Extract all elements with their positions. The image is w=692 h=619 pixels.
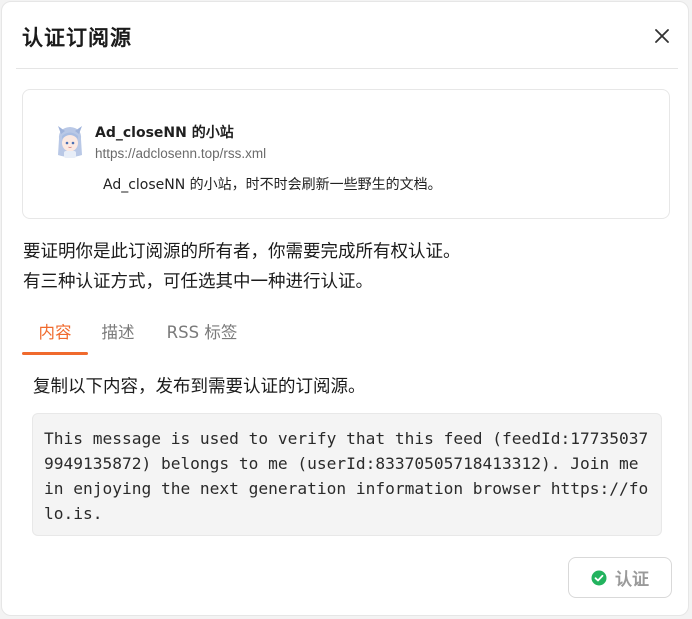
verification-message[interactable]: This message is used to verify that this…: [32, 413, 662, 536]
feed-title: Ad_closeNN 的小站: [95, 125, 234, 141]
active-tab-indicator: [22, 352, 88, 355]
dialog-title: 认证订阅源: [22, 26, 132, 50]
intro-line-1: 要证明你是此订阅源的所有者，你需要完成所有权认证。: [23, 242, 461, 262]
verify-method-tabs: 内容 描述 RSS 标签: [22, 320, 322, 356]
check-circle-icon: [591, 570, 607, 585]
verify-button-label: 认证: [615, 570, 649, 590]
feed-card: Ad_closeNN 的小站 https://adclosenn.top/rss…: [22, 89, 670, 219]
tab-description[interactable]: 描述: [96, 320, 140, 356]
close-icon: [655, 29, 669, 43]
copy-instruction: 复制以下内容，发布到需要认证的订阅源。: [33, 377, 366, 397]
header-divider: [16, 68, 678, 69]
close-button[interactable]: [650, 24, 674, 48]
anime-avatar-icon: [58, 126, 82, 158]
feed-description: Ad_closeNN 的小站，时不时会刷新一些野生的文档。: [103, 177, 442, 193]
verify-feed-dialog: 认证订阅源 Ad_closeNN 的小站 https://adclosenn.t…: [1, 1, 689, 616]
intro-line-2: 有三种认证方式，可任选其中一种进行认证。: [23, 272, 373, 292]
ownership-intro: 要证明你是此订阅源的所有者，你需要完成所有权认证。 有三种认证方式，可任选其中一…: [23, 237, 461, 297]
verify-button[interactable]: 认证: [568, 557, 672, 598]
tab-content[interactable]: 内容: [22, 320, 88, 356]
feed-url[interactable]: https://adclosenn.top/rss.xml: [95, 146, 266, 161]
tab-rss-tags[interactable]: RSS 标签: [162, 320, 242, 356]
